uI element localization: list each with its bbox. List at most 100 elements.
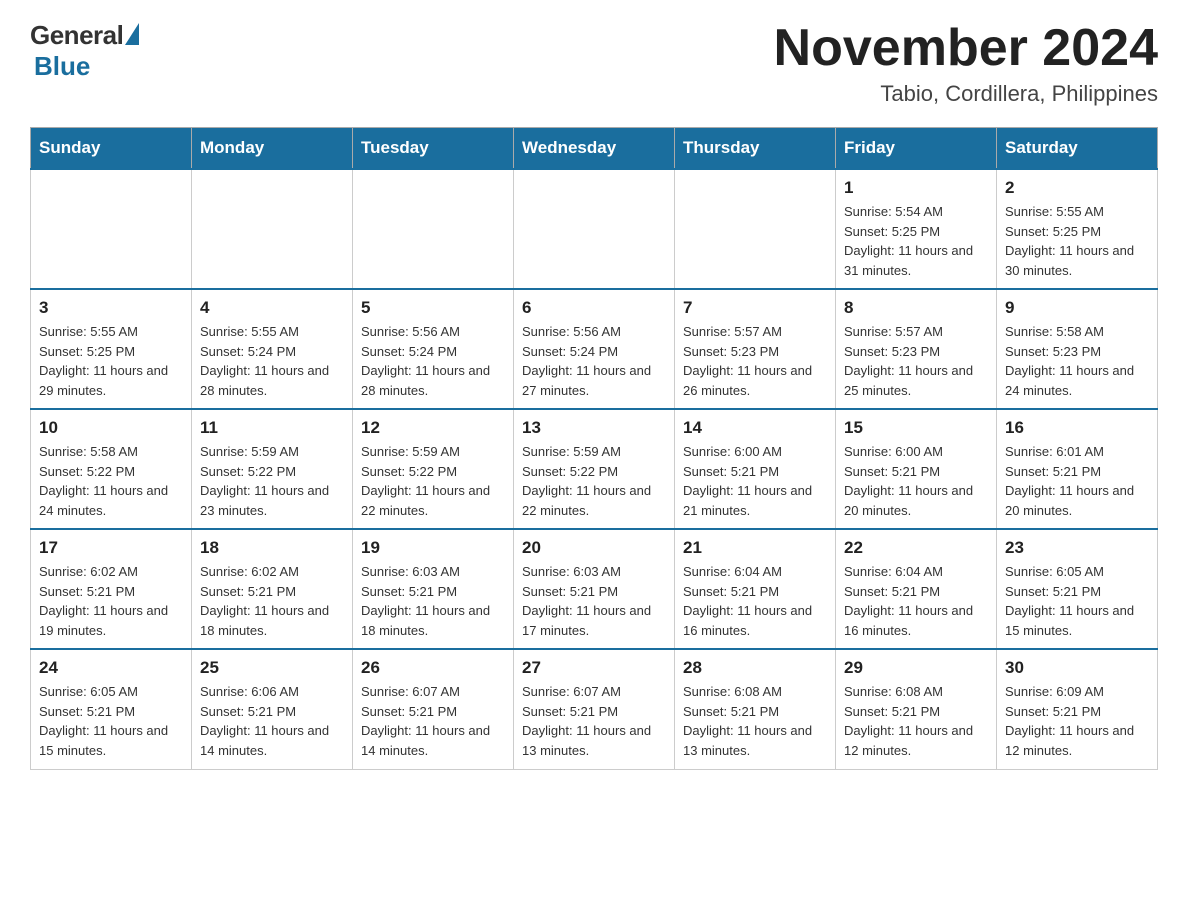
day-info: Sunrise: 5:55 AM Sunset: 5:25 PM Dayligh… [1005,202,1149,280]
calendar-cell: 21Sunrise: 6:04 AM Sunset: 5:21 PM Dayli… [675,529,836,649]
calendar-cell [31,169,192,289]
day-info: Sunrise: 6:08 AM Sunset: 5:21 PM Dayligh… [683,682,827,760]
day-number: 2 [1005,178,1149,198]
day-number: 9 [1005,298,1149,318]
day-info: Sunrise: 6:07 AM Sunset: 5:21 PM Dayligh… [522,682,666,760]
day-number: 12 [361,418,505,438]
day-info: Sunrise: 6:02 AM Sunset: 5:21 PM Dayligh… [39,562,183,640]
calendar-week-row: 10Sunrise: 5:58 AM Sunset: 5:22 PM Dayli… [31,409,1158,529]
day-number: 16 [1005,418,1149,438]
day-info: Sunrise: 5:58 AM Sunset: 5:23 PM Dayligh… [1005,322,1149,400]
calendar-cell: 18 Sunrise: 6:02 AM Sunset: 5:21 PM Dayli… [192,529,353,649]
day-of-week-header: Tuesday [353,128,514,170]
day-info: Sunrise: 6:00 AM Sunset: 5:21 PM Dayligh… [683,442,827,520]
day-number: 26 [361,658,505,678]
day-number: 30 [1005,658,1149,678]
day-number: 19 [361,538,505,558]
calendar-cell: 19 Sunrise: 6:03 AM Sunset: 5:21 PM Dayli… [353,529,514,649]
day-number: 1 [844,178,988,198]
day-number: 10 [39,418,183,438]
day-info: Sunrise: 6:06 AM Sunset: 5:21 PM Dayligh… [200,682,344,760]
calendar-header: SundayMondayTuesdayWednesdayThursdayFrid… [31,128,1158,170]
day-number: 18 [200,538,344,558]
day-number: 6 [522,298,666,318]
calendar-week-row: 1 Sunrise: 5:54 AM Sunset: 5:25 PM Daylig… [31,169,1158,289]
day-info: Sunrise: 5:54 AM Sunset: 5:25 PM Dayligh… [844,202,988,280]
calendar-week-row: 3 Sunrise: 5:55 AM Sunset: 5:25 PM Daylig… [31,289,1158,409]
logo: General Blue [30,20,139,82]
day-number: 14 [683,418,827,438]
day-of-week-header: Sunday [31,128,192,170]
day-number: 29 [844,658,988,678]
calendar-cell: 7Sunrise: 5:57 AM Sunset: 5:23 PM Daylig… [675,289,836,409]
day-of-week-header: Wednesday [514,128,675,170]
day-number: 15 [844,418,988,438]
day-info: Sunrise: 6:02 AM Sunset: 5:21 PM Dayligh… [200,562,344,640]
calendar-cell: 2 Sunrise: 5:55 AM Sunset: 5:25 PM Daylig… [997,169,1158,289]
calendar-cell: 12 Sunrise: 5:59 AM Sunset: 5:22 PM Dayli… [353,409,514,529]
day-number: 11 [200,418,344,438]
calendar-table: SundayMondayTuesdayWednesdayThursdayFrid… [30,127,1158,770]
day-info: Sunrise: 5:56 AM Sunset: 5:24 PM Dayligh… [522,322,666,400]
calendar-cell: 9 Sunrise: 5:58 AM Sunset: 5:23 PM Daylig… [997,289,1158,409]
calendar-cell: 5Sunrise: 5:56 AM Sunset: 5:24 PM Daylig… [353,289,514,409]
day-number: 20 [522,538,666,558]
day-info: Sunrise: 6:03 AM Sunset: 5:21 PM Dayligh… [361,562,505,640]
day-info: Sunrise: 6:08 AM Sunset: 5:21 PM Dayligh… [844,682,988,760]
calendar-cell: 15 Sunrise: 6:00 AM Sunset: 5:21 PM Dayli… [836,409,997,529]
day-info: Sunrise: 6:07 AM Sunset: 5:21 PM Dayligh… [361,682,505,760]
calendar-cell [675,169,836,289]
day-number: 27 [522,658,666,678]
calendar-cell: 6 Sunrise: 5:56 AM Sunset: 5:24 PM Daylig… [514,289,675,409]
days-of-week-row: SundayMondayTuesdayWednesdayThursdayFrid… [31,128,1158,170]
calendar-body: 1 Sunrise: 5:54 AM Sunset: 5:25 PM Daylig… [31,169,1158,769]
calendar-cell: 22 Sunrise: 6:04 AM Sunset: 5:21 PM Dayli… [836,529,997,649]
day-number: 24 [39,658,183,678]
calendar-cell: 1 Sunrise: 5:54 AM Sunset: 5:25 PM Daylig… [836,169,997,289]
day-info: Sunrise: 6:04 AM Sunset: 5:21 PM Dayligh… [683,562,827,640]
day-number: 13 [522,418,666,438]
day-of-week-header: Thursday [675,128,836,170]
calendar-cell: 24 Sunrise: 6:05 AM Sunset: 5:21 PM Dayli… [31,649,192,769]
calendar-week-row: 24 Sunrise: 6:05 AM Sunset: 5:21 PM Dayli… [31,649,1158,769]
day-info: Sunrise: 6:09 AM Sunset: 5:21 PM Dayligh… [1005,682,1149,760]
day-info: Sunrise: 6:05 AM Sunset: 5:21 PM Dayligh… [1005,562,1149,640]
day-number: 22 [844,538,988,558]
title-block: November 2024 Tabio, Cordillera, Philipp… [774,20,1158,107]
day-of-week-header: Friday [836,128,997,170]
day-info: Sunrise: 6:01 AM Sunset: 5:21 PM Dayligh… [1005,442,1149,520]
day-info: Sunrise: 5:59 AM Sunset: 5:22 PM Dayligh… [200,442,344,520]
day-number: 23 [1005,538,1149,558]
calendar-cell: 3 Sunrise: 5:55 AM Sunset: 5:25 PM Daylig… [31,289,192,409]
logo-general-text: General [30,20,123,51]
day-number: 3 [39,298,183,318]
logo-triangle-icon [125,23,139,45]
page-header: General Blue November 2024 Tabio, Cordil… [30,20,1158,107]
day-of-week-header: Monday [192,128,353,170]
calendar-week-row: 17Sunrise: 6:02 AM Sunset: 5:21 PM Dayli… [31,529,1158,649]
day-number: 25 [200,658,344,678]
day-info: Sunrise: 5:57 AM Sunset: 5:23 PM Dayligh… [683,322,827,400]
day-info: Sunrise: 6:05 AM Sunset: 5:21 PM Dayligh… [39,682,183,760]
day-info: Sunrise: 5:59 AM Sunset: 5:22 PM Dayligh… [522,442,666,520]
calendar-cell [353,169,514,289]
calendar-cell: 14 Sunrise: 6:00 AM Sunset: 5:21 PM Dayli… [675,409,836,529]
day-info: Sunrise: 5:55 AM Sunset: 5:24 PM Dayligh… [200,322,344,400]
calendar-cell: 10Sunrise: 5:58 AM Sunset: 5:22 PM Dayli… [31,409,192,529]
day-info: Sunrise: 6:04 AM Sunset: 5:21 PM Dayligh… [844,562,988,640]
calendar-cell: 30 Sunrise: 6:09 AM Sunset: 5:21 PM Dayli… [997,649,1158,769]
calendar-cell: 25 Sunrise: 6:06 AM Sunset: 5:21 PM Dayli… [192,649,353,769]
day-info: Sunrise: 5:59 AM Sunset: 5:22 PM Dayligh… [361,442,505,520]
day-of-week-header: Saturday [997,128,1158,170]
day-info: Sunrise: 6:00 AM Sunset: 5:21 PM Dayligh… [844,442,988,520]
calendar-cell: 26 Sunrise: 6:07 AM Sunset: 5:21 PM Dayli… [353,649,514,769]
calendar-cell [192,169,353,289]
day-info: Sunrise: 6:03 AM Sunset: 5:21 PM Dayligh… [522,562,666,640]
page-subtitle: Tabio, Cordillera, Philippines [774,81,1158,107]
logo-blue-text: Blue [34,51,90,81]
calendar-cell: 4Sunrise: 5:55 AM Sunset: 5:24 PM Daylig… [192,289,353,409]
day-number: 8 [844,298,988,318]
calendar-cell: 23 Sunrise: 6:05 AM Sunset: 5:21 PM Dayli… [997,529,1158,649]
calendar-cell: 13 Sunrise: 5:59 AM Sunset: 5:22 PM Dayli… [514,409,675,529]
day-info: Sunrise: 5:55 AM Sunset: 5:25 PM Dayligh… [39,322,183,400]
